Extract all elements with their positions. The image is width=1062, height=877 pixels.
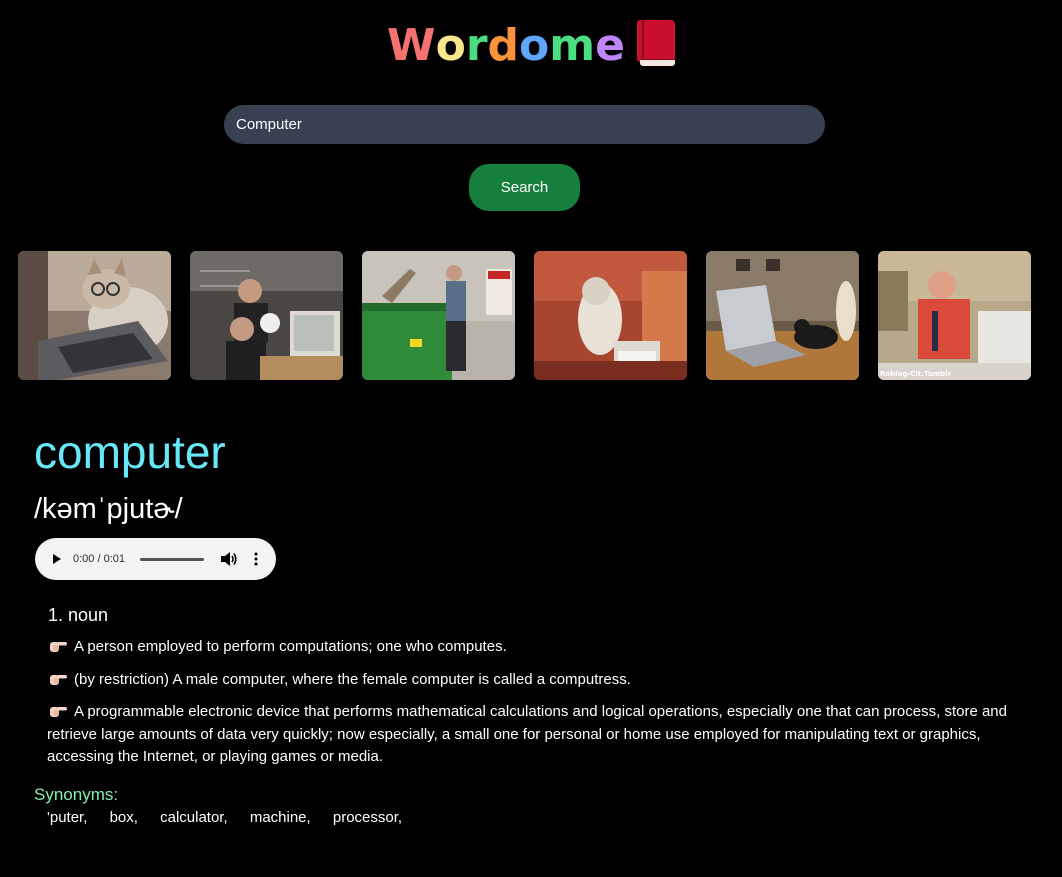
logo-letter: o [519, 20, 550, 71]
audio-time: 0:00 / 0:01 [73, 553, 125, 565]
definition-text: (by restriction) A male computer, where … [74, 670, 631, 688]
synonym-link[interactable]: box, [110, 809, 138, 826]
more-options-icon[interactable] [253, 552, 259, 566]
headword: computer [34, 426, 226, 478]
definition-list: A person employed to perform computation… [47, 636, 1042, 779]
app-logo: Wordome [0, 18, 1062, 74]
definition-item: A person employed to perform computation… [47, 636, 1042, 659]
pronunciation-audio-player[interactable]: 0:00 / 0:01 [35, 538, 276, 580]
pointing-hand-icon [50, 642, 67, 652]
gif-cat-pushing-laptop[interactable] [706, 251, 859, 380]
part-of-speech: 1. noun [48, 605, 109, 625]
logo-letter: e [595, 20, 625, 71]
phonetic: /kəmˈpjutɚ/ [34, 493, 183, 525]
search-button[interactable]: Search [469, 164, 580, 211]
definition-item: (by restriction) A male computer, where … [47, 669, 1042, 692]
definition-text: A programmable electronic device that pe… [47, 703, 1007, 765]
logo-letter: o [435, 20, 466, 71]
synonyms-list: 'puter, box, calculator, machine, proces… [47, 808, 420, 828]
pointing-hand-icon [50, 707, 67, 717]
search-input[interactable] [224, 105, 825, 144]
gif-monkey-computer[interactable] [534, 251, 687, 380]
volume-icon[interactable] [221, 552, 237, 566]
synonym-link[interactable]: processor, [333, 809, 402, 826]
synonym-link[interactable]: calculator, [160, 809, 228, 826]
synonym-link[interactable]: 'puter, [47, 809, 87, 826]
play-icon[interactable] [53, 554, 61, 564]
red-book-icon [636, 20, 675, 66]
gif-watermark: Roblog-Cit.Tumblr [880, 370, 952, 378]
gif-gallery: Roblog-Cit.Tumblr [18, 251, 1031, 380]
gif-man-computer[interactable]: Roblog-Cit.Tumblr [878, 251, 1031, 380]
definition-item: A programmable electronic device that pe… [47, 701, 1042, 769]
gif-cat-laptop[interactable] [18, 251, 171, 380]
gif-men-monitor[interactable] [190, 251, 343, 380]
logo-letter: m [549, 20, 596, 71]
definition-text: A person employed to perform computation… [74, 638, 507, 655]
gif-dumpster[interactable] [362, 251, 515, 380]
synonym-link[interactable]: machine, [250, 809, 311, 826]
app-title: Wordome [387, 20, 625, 71]
synonyms-heading: Synonyms: [34, 785, 119, 804]
logo-letter: W [387, 20, 436, 71]
logo-letter: r [465, 20, 488, 71]
audio-progress-bar[interactable] [140, 558, 204, 561]
pointing-hand-icon [50, 674, 67, 685]
logo-letter: d [487, 20, 520, 71]
